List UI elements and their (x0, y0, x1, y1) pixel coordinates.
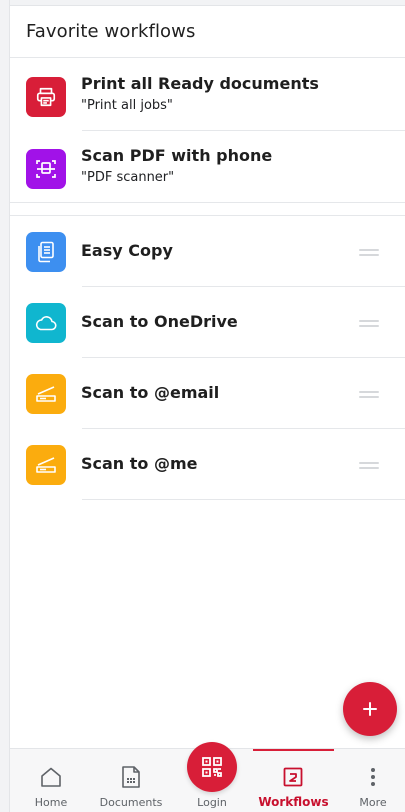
nav-label: More (359, 796, 387, 809)
favorite-item-scan-pdf[interactable]: Scan PDF with phone "PDF scanner" (10, 131, 405, 203)
workflow-title: Scan to @me (81, 454, 198, 473)
workflow-item-onedrive[interactable]: Scan to OneDrive (10, 287, 405, 358)
add-workflow-button[interactable] (343, 682, 397, 736)
app-screen: Favorite workflows Print all Ready docum… (0, 0, 405, 812)
drag-handle-icon[interactable] (359, 249, 379, 257)
scanner-icon (26, 445, 66, 485)
workflow-icon (281, 765, 305, 789)
nav-label: Home (34, 796, 68, 809)
nav-label: Workflows (258, 795, 329, 809)
page-title: Favorite workflows (26, 21, 196, 42)
favorites-header: Favorite workflows (10, 6, 405, 58)
workflow-item-scan-me[interactable]: Scan to @me (10, 429, 405, 500)
login-qr-button[interactable] (187, 742, 237, 792)
section-divider (10, 202, 405, 203)
plus-icon (363, 702, 377, 716)
favorite-title: Print all Ready documents (81, 74, 319, 93)
workflow-item-scan-email[interactable]: Scan to @email (10, 358, 405, 429)
document-icon (119, 765, 143, 789)
qr-code-icon (202, 757, 222, 777)
nav-more[interactable]: More (345, 749, 401, 812)
more-vertical-icon (361, 765, 385, 789)
drag-handle-icon[interactable] (359, 391, 379, 399)
workflow-title: Easy Copy (81, 241, 173, 260)
drag-handle-icon[interactable] (359, 320, 379, 328)
favorite-subtitle: "PDF scanner" (81, 170, 175, 185)
home-icon (39, 765, 63, 789)
document-scan-icon (26, 149, 66, 189)
workflow-title: Scan to @email (81, 383, 220, 402)
scanner-icon (26, 374, 66, 414)
nav-workflows[interactable]: Workflows (253, 749, 334, 812)
workflow-title: Scan to OneDrive (81, 312, 238, 331)
favorite-title: Scan PDF with phone (81, 146, 273, 165)
copy-document-icon (26, 232, 66, 272)
nav-label: Login (197, 796, 227, 809)
nav-home[interactable]: Home (18, 749, 84, 812)
printer-icon (26, 77, 66, 117)
cloud-icon (26, 303, 66, 343)
drag-handle-icon[interactable] (359, 462, 379, 470)
favorite-item-print-all[interactable]: Print all Ready documents "Print all job… (10, 59, 405, 131)
nav-label: Documents (99, 796, 163, 809)
divider (82, 499, 405, 500)
left-edge (0, 0, 10, 812)
favorite-subtitle: "Print all jobs" (81, 98, 173, 113)
workflow-item-easy-copy[interactable]: Easy Copy (10, 216, 405, 287)
nav-documents[interactable]: Documents (94, 749, 168, 812)
